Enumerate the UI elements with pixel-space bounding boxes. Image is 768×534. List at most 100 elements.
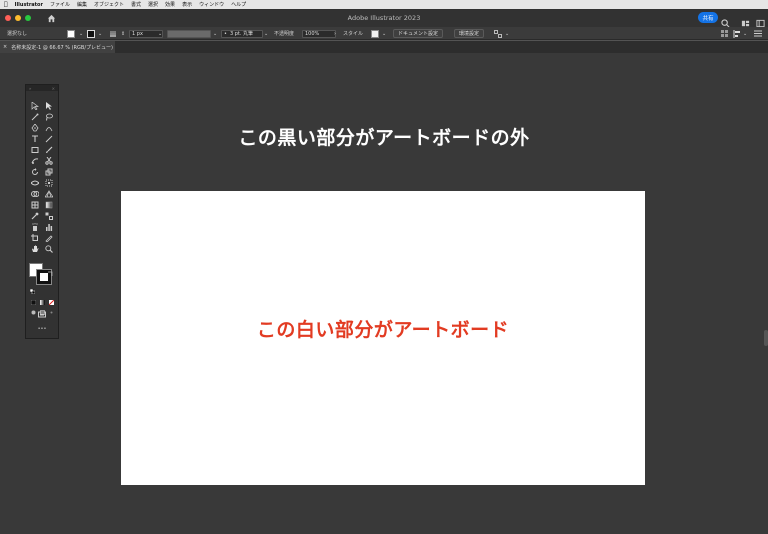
stroke-panel-icon[interactable] <box>110 29 116 38</box>
scale-tool-icon[interactable] <box>44 167 54 177</box>
graphic-style-swatch[interactable] <box>371 29 379 38</box>
draw-behind-icon[interactable] <box>40 300 45 315</box>
width-tool-icon[interactable] <box>30 178 40 188</box>
eyedropper-tool-icon[interactable] <box>30 211 40 221</box>
artboard[interactable]: この白い部分がアートボード <box>121 191 645 485</box>
lasso-tool-icon[interactable] <box>44 112 54 122</box>
workspace-switcher-icon[interactable] <box>741 13 750 27</box>
opacity-label[interactable]: 不透明度 <box>274 29 294 38</box>
magic-wand-tool-icon[interactable] <box>30 112 40 122</box>
window-title: Adobe Illustrator 2023 <box>347 14 421 22</box>
panel-layout-icon[interactable] <box>721 29 728 38</box>
style-chevron-icon[interactable]: ⌄ <box>382 29 386 38</box>
edit-toolbar-icon[interactable]: ••• <box>37 324 47 334</box>
pasteboard-annotation: この黒い部分がアートボードの外 <box>238 127 530 149</box>
symbol-sprayer-tool-icon[interactable] <box>30 222 40 232</box>
menu-object[interactable]: オブジェクト <box>94 1 124 8</box>
swap-fill-stroke-icon[interactable] <box>48 261 53 276</box>
document-tab-bar: × 名称未設定-1 @ 66.67 % (RGB/プレビュー) <box>0 41 768 53</box>
perspective-grid-tool-icon[interactable] <box>44 189 54 199</box>
search-icon[interactable] <box>721 13 730 28</box>
hand-tool-icon[interactable] <box>30 244 40 254</box>
blend-tool-icon[interactable] <box>44 211 54 221</box>
fill-swatch[interactable] <box>67 29 75 38</box>
opacity-value[interactable]: 100% <box>302 29 336 38</box>
fill-dropdown-chevron-icon[interactable]: ⌄ <box>79 29 83 38</box>
rectangle-tool-icon[interactable] <box>30 145 40 155</box>
tools-panel: » × ••• <box>25 84 59 339</box>
menu-type[interactable]: 書式 <box>131 1 141 8</box>
close-tab-icon[interactable]: × <box>3 44 7 50</box>
profile-chevron-icon[interactable]: ⌄ <box>213 29 217 38</box>
zoom-tool-icon[interactable] <box>44 244 54 254</box>
rotate-tool-icon[interactable] <box>30 167 40 177</box>
arrange-chevron-icon[interactable]: ⌄ <box>505 29 509 38</box>
line-segment-tool-icon[interactable] <box>44 134 54 144</box>
menu-window[interactable]: ウィンドウ <box>199 1 224 8</box>
gradient-tool-icon[interactable] <box>44 200 54 210</box>
type-tool-icon[interactable] <box>30 134 40 144</box>
close-window-button[interactable] <box>5 15 11 21</box>
column-graph-tool-icon[interactable] <box>44 222 54 232</box>
artboard-tool-icon[interactable] <box>30 233 40 243</box>
slice-tool-icon[interactable] <box>44 233 54 243</box>
menu-bar:  Illustrator ファイル 編集 オブジェクト 書式 選択 効果 表示… <box>0 0 768 9</box>
draw-inside-icon[interactable] <box>49 300 54 314</box>
title-bar: Adobe Illustrator 2023 共有 <box>0 9 768 28</box>
menu-edit[interactable]: 編集 <box>77 1 87 8</box>
draw-normal-icon[interactable] <box>31 300 36 315</box>
menu-select[interactable]: 選択 <box>148 1 158 8</box>
document-tab[interactable]: × 名称未設定-1 @ 66.67 % (RGB/プレビュー) <box>0 41 115 53</box>
menu-file[interactable]: ファイル <box>50 1 70 8</box>
opacity-field[interactable]: 100% <box>302 29 336 38</box>
collapse-panel-icon[interactable]: » <box>29 86 31 91</box>
apple-icon[interactable]:  <box>4 1 8 8</box>
artboard-annotation: この白い部分がアートボード <box>256 319 510 341</box>
gradient-mode-icon[interactable] <box>40 290 45 305</box>
stroke-dropdown-chevron-icon[interactable]: ⌄ <box>98 29 102 38</box>
close-panel-icon[interactable]: × <box>52 86 55 91</box>
brush-chevron-icon[interactable]: ⌄ <box>264 29 268 38</box>
shaper-tool-icon[interactable] <box>30 156 40 166</box>
variable-width-profile[interactable] <box>167 29 211 38</box>
selection-tool-icon[interactable] <box>30 101 40 111</box>
stroke-weight-stepper[interactable]: ⇕ <box>121 29 125 38</box>
align-menu-icon[interactable] <box>733 29 741 38</box>
mesh-tool-icon[interactable] <box>30 200 40 210</box>
scissors-tool-icon[interactable] <box>44 156 54 166</box>
stroke-weight-chevron-icon[interactable]: ⌄ <box>158 29 162 38</box>
none-mode-icon[interactable] <box>48 290 55 306</box>
pen-tool-icon[interactable] <box>30 123 40 133</box>
curvature-tool-icon[interactable] <box>44 123 54 133</box>
opacity-arrow-icon[interactable]: › <box>334 29 336 38</box>
right-panel-handle[interactable] <box>764 330 768 346</box>
direct-selection-tool-icon[interactable] <box>44 101 54 111</box>
brush-definition[interactable]: • 3 pt. 丸筆 <box>221 29 263 38</box>
prefs-wrap: 環境設定 <box>454 29 485 38</box>
default-colors-icon[interactable] <box>29 279 36 295</box>
menu-app-name[interactable]: Illustrator <box>15 2 43 8</box>
zoom-window-button[interactable] <box>25 15 31 21</box>
free-transform-tool-icon[interactable] <box>44 178 54 188</box>
menu-help[interactable]: ヘルプ <box>231 1 246 8</box>
align-chevron-icon[interactable]: ⌄ <box>743 29 747 38</box>
minimize-window-button[interactable] <box>15 15 21 21</box>
document-setup-button[interactable]: ドキュメント設定 <box>393 29 444 38</box>
stroke-swatch[interactable] <box>87 29 95 38</box>
menu-view[interactable]: 表示 <box>182 1 192 8</box>
control-bar: 選択なし ⌄ ⌄ ⇕ 1 px ⌄ ⌄ • 3 pt. 丸筆 ⌄ 不透明度 100… <box>0 27 768 40</box>
paintbrush-tool-icon[interactable] <box>44 145 54 155</box>
arrange-documents-icon[interactable] <box>494 29 502 38</box>
share-button[interactable]: 共有 <box>698 12 718 23</box>
color-mode-icon[interactable] <box>30 290 37 306</box>
style-label: スタイル <box>343 31 364 37</box>
selection-status: 選択なし <box>7 31 28 37</box>
home-icon[interactable] <box>45 12 57 24</box>
shape-builder-tool-icon[interactable] <box>30 189 40 199</box>
preferences-button[interactable]: 環境設定 <box>454 29 485 38</box>
hamburger-menu-icon[interactable] <box>754 29 762 38</box>
panel-toggle-icon[interactable] <box>756 13 765 28</box>
screen-mode-icon[interactable] <box>37 310 47 320</box>
menu-effect[interactable]: 効果 <box>165 1 175 8</box>
tools-panel-grip[interactable]: » × <box>26 85 58 91</box>
